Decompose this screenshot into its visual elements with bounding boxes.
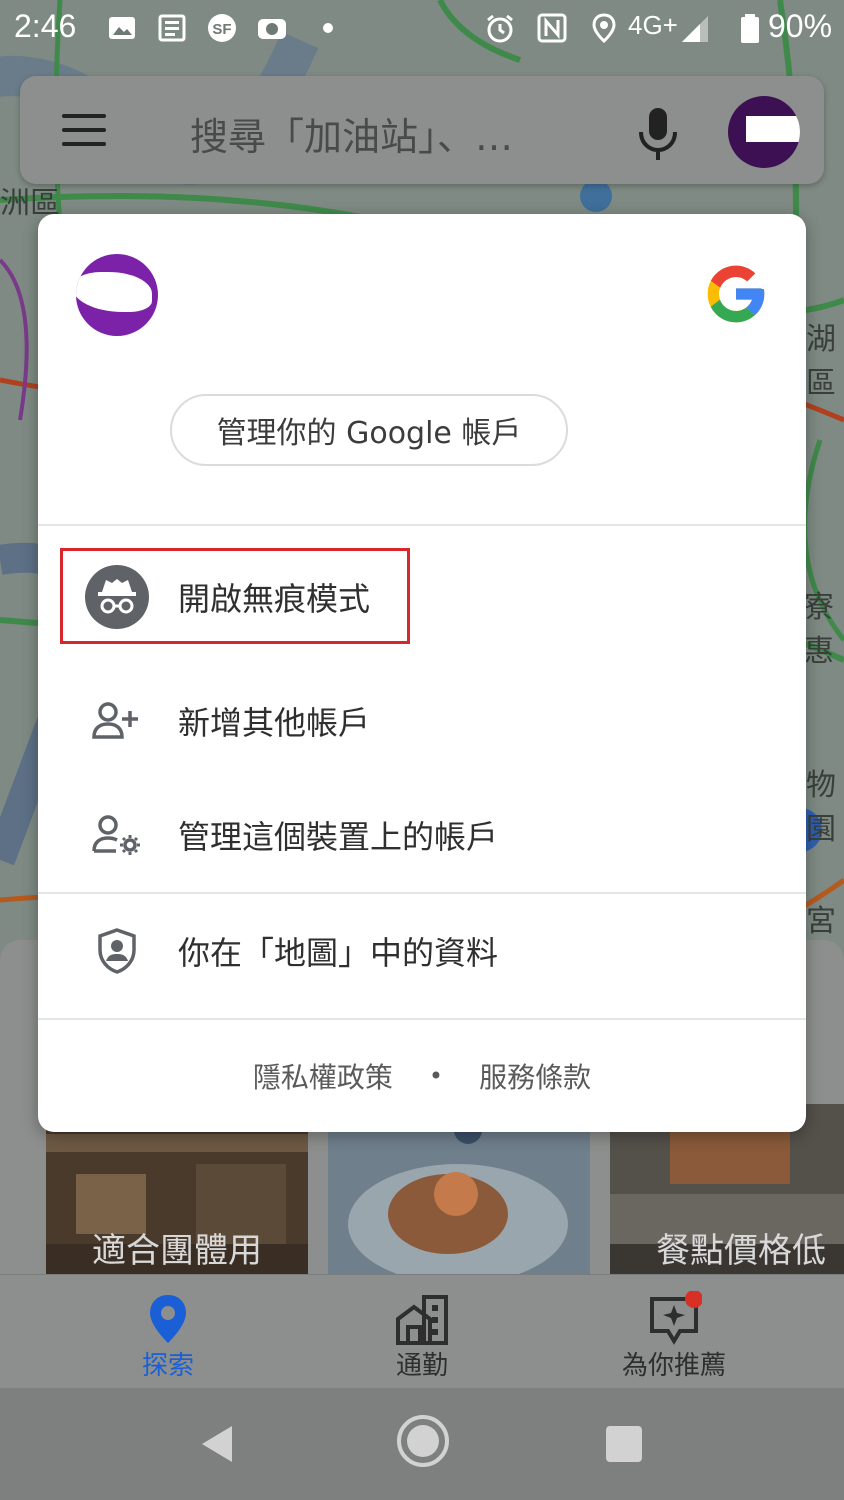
footer-separator: •: [428, 1062, 444, 1090]
tab-for-you[interactable]: 為你推薦: [574, 1275, 774, 1389]
sf-icon: SF: [208, 14, 236, 42]
status-bar: 2:46 SF 4G+ 90%: [0, 0, 844, 58]
image-icon: [109, 17, 135, 39]
map-label: 湖區: [806, 322, 836, 401]
tab-label: 為你推薦: [621, 1351, 726, 1381]
card-label: 適合團體用: [92, 1231, 262, 1271]
map-label: 物園: [806, 768, 836, 847]
menu-item-your-data[interactable]: 你在「地圖」中的資料: [38, 906, 806, 996]
battery-icon: [741, 14, 759, 43]
svg-text:SF: SF: [212, 21, 231, 38]
footer-links: 隱私權政策 • 服務條款: [38, 1052, 806, 1100]
manage-google-account-button[interactable]: 管理你的 Google 帳戶: [170, 394, 568, 466]
menu-icon[interactable]: [62, 114, 106, 148]
search-bar[interactable]: 搜尋「加油站」、…: [20, 76, 824, 184]
camera-icon: [258, 19, 286, 39]
account-dialog: 管理你的 Google 帳戶 開啟無痕模式 新增其他帳戶 管理這個裝置上的帳戶 …: [38, 214, 806, 1132]
add-person-icon: [84, 688, 150, 754]
divider: [38, 892, 806, 894]
status-time: 2:46: [14, 8, 77, 44]
system-nav-bar: [0, 1388, 844, 1500]
for-you-icon: [650, 1291, 702, 1345]
search-input[interactable]: 搜尋「加油站」、…: [190, 106, 513, 161]
mic-icon[interactable]: [630, 104, 686, 164]
terms-of-service-link[interactable]: 服務條款: [479, 1056, 591, 1096]
tab-commute[interactable]: 通勤: [322, 1275, 522, 1389]
menu-item-add-account[interactable]: 新增其他帳戶: [38, 676, 806, 766]
menu-item-label: 管理這個裝置上的帳戶: [178, 818, 499, 856]
map-label: 宮: [806, 904, 836, 939]
network-type: 4G+: [628, 10, 678, 40]
dot-icon: [323, 23, 333, 33]
tab-explore[interactable]: 探索: [68, 1275, 268, 1389]
menu-item-label: 新增其他帳戶: [178, 704, 371, 742]
menu-item-manage-device-accounts[interactable]: 管理這個裝置上的帳戶: [38, 790, 806, 880]
alarm-icon: [487, 14, 513, 43]
map-label: 寮惠: [804, 590, 834, 669]
back-icon[interactable]: [196, 1422, 240, 1466]
battery-percent: 90%: [768, 8, 833, 44]
card-label: 餐點價格低: [656, 1231, 826, 1271]
bottom-nav: 探索 通勤 為你推薦: [0, 1274, 844, 1388]
location-icon: [592, 13, 616, 44]
avatar[interactable]: [76, 254, 158, 336]
divider: [38, 1018, 806, 1020]
menu-item-label: 你在「地圖」中的資料: [178, 934, 499, 972]
tab-label: 探索: [141, 1351, 194, 1381]
explore-pin-icon: [150, 1295, 186, 1343]
home-icon[interactable]: [396, 1414, 450, 1468]
news-icon: [158, 14, 186, 42]
signal-icon: [682, 16, 708, 42]
shield-person-icon: [84, 918, 150, 984]
divider: [38, 524, 806, 526]
manage-accounts-icon: [84, 802, 150, 868]
nfc-icon: [537, 13, 567, 43]
recents-icon[interactable]: [606, 1426, 642, 1462]
highlight-box: [60, 548, 410, 644]
commute-icon: [396, 1295, 448, 1345]
tab-label: 通勤: [395, 1351, 448, 1381]
privacy-policy-link[interactable]: 隱私權政策: [253, 1056, 393, 1096]
avatar[interactable]: [728, 96, 800, 168]
google-logo-icon: [707, 265, 765, 323]
